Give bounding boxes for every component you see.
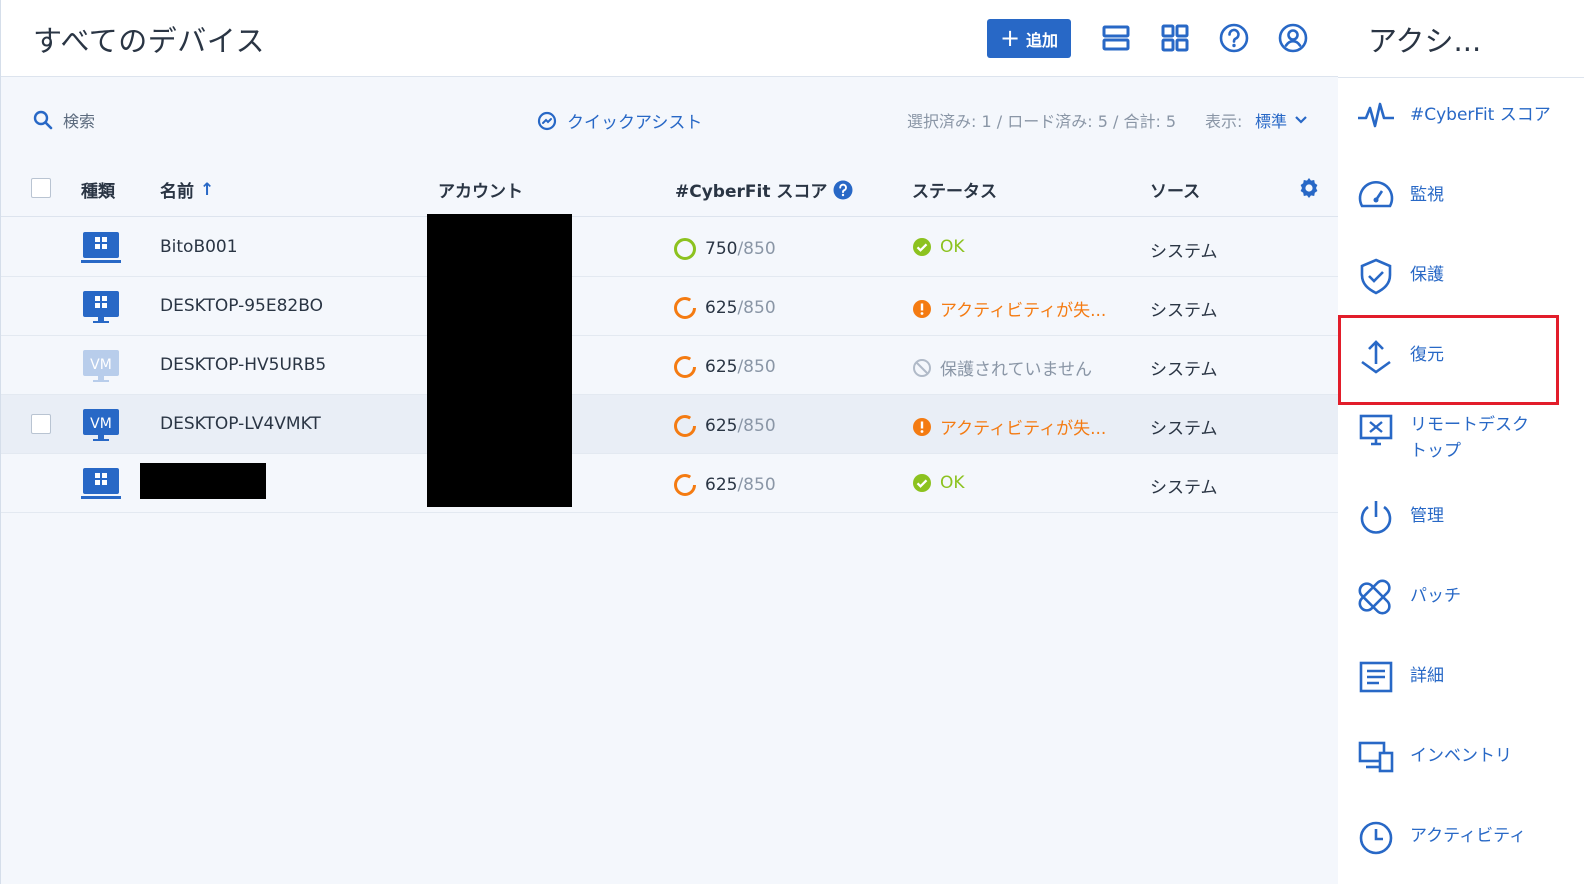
warning-icon: [913, 299, 931, 318]
plus-icon: +: [999, 23, 1021, 52]
power-icon: [1360, 501, 1392, 534]
device-name[interactable]: BitoB001: [160, 237, 238, 257]
row-checkbox[interactable]: [31, 414, 51, 434]
column-source[interactable]: ソース: [1150, 177, 1200, 202]
table-row[interactable]: DESKTOP-95E82BO 625/850 アクティビティが失... システ…: [1, 277, 1339, 336]
virtual-machine-icon: VM: [83, 350, 119, 382]
workstation-icon: [81, 232, 121, 263]
device-name[interactable]: DESKTOP-LV4VMKT: [160, 414, 321, 434]
inventory-icon: [1358, 741, 1394, 773]
status-badge: OK: [912, 473, 965, 493]
cyberfit-score: 625/850: [673, 414, 776, 438]
column-account[interactable]: アカウント: [438, 177, 523, 202]
shield-icon: [1360, 258, 1392, 295]
table-header: 種類 名前 ↑ アカウント #CyberFit スコア ステータス ソース: [1, 158, 1339, 217]
action-patch[interactable]: パッチ: [1356, 577, 1566, 617]
help-icon[interactable]: [1218, 22, 1250, 54]
column-status[interactable]: ステータス: [912, 177, 997, 202]
score-ring-icon: [674, 415, 696, 437]
column-name[interactable]: 名前 ↑: [160, 177, 215, 203]
device-source: システム: [1150, 360, 1218, 380]
user-account-icon[interactable]: [1277, 22, 1309, 54]
pulse-icon: [1358, 102, 1394, 128]
sort-ascending-icon: ↑: [200, 179, 215, 200]
main-panel: すべてのデバイス + 追加 検索 クイックアシスト 選択済み: 1 / ロード済…: [0, 0, 1339, 884]
device-source: システム: [1150, 301, 1218, 321]
status-badge: 保護されていません: [912, 355, 1092, 380]
ok-check-icon: [913, 238, 931, 256]
help-circle-icon[interactable]: [833, 180, 853, 200]
list-view-icon[interactable]: [1100, 22, 1132, 54]
toolbar: 検索 クイックアシスト 選択済み: 1 / ロード済み: 5 / 合計: 5 表…: [1, 78, 1339, 158]
search-input[interactable]: 検索: [33, 108, 95, 132]
virtual-machine-icon: VM: [83, 409, 119, 441]
clock-icon: [1359, 821, 1393, 855]
redacted-name: [140, 463, 266, 499]
status-badge: アクティビティが失...: [912, 414, 1106, 439]
warning-icon: [913, 417, 931, 436]
not-protected-icon: [913, 358, 931, 377]
table-row[interactable]: 625/850 OK システム: [1, 454, 1339, 513]
patch-icon: [1358, 579, 1391, 615]
view-label: 表示:: [1205, 112, 1243, 131]
desktop-icon: [83, 291, 119, 323]
cyberfit-score: 750/850: [673, 237, 776, 261]
quick-assist-button[interactable]: クイックアシスト: [537, 108, 702, 133]
svg-text:VM: VM: [90, 416, 112, 432]
actions-title: アクシ...: [1368, 24, 1482, 58]
search-icon: [33, 110, 53, 130]
workstation-icon: [81, 468, 121, 499]
cyberfit-score: 625/850: [673, 355, 776, 379]
device-source: システム: [1150, 242, 1218, 262]
action-details[interactable]: 詳細: [1356, 657, 1566, 697]
add-button[interactable]: + 追加: [987, 19, 1071, 58]
device-name[interactable]: DESKTOP-HV5URB5: [160, 355, 326, 375]
add-button-label: 追加: [1026, 30, 1059, 50]
details-icon: [1359, 661, 1393, 693]
column-type[interactable]: 種類: [81, 177, 115, 202]
action-remote-desktop[interactable]: リモートデスク トップ: [1356, 410, 1566, 464]
score-ring-icon: [674, 474, 696, 496]
action-inventory[interactable]: インベントリ: [1356, 737, 1566, 777]
divider: [1338, 77, 1584, 78]
view-mode-value: 標準: [1255, 112, 1288, 131]
ok-check-icon: [913, 474, 931, 492]
page-header: すべてのデバイス + 追加: [1, 0, 1339, 77]
remote-desktop-icon: [1359, 414, 1393, 446]
score-ring-icon: [674, 297, 696, 319]
view-mode-dropdown[interactable]: 標準: [1255, 108, 1307, 132]
cyberfit-score: 625/850: [673, 296, 776, 320]
search-placeholder: 検索: [63, 112, 96, 131]
select-all-checkbox[interactable]: [31, 178, 51, 198]
cyberfit-score: 625/850: [673, 473, 776, 497]
highlight-box-recovery: [1338, 315, 1559, 405]
status-badge: OK: [912, 237, 965, 257]
score-ring-icon: [674, 356, 696, 378]
action-activity[interactable]: アクティビティ: [1356, 817, 1566, 857]
action-protection[interactable]: 保護: [1356, 256, 1566, 296]
quick-assist-icon: [537, 111, 557, 130]
chevron-down-icon: [1295, 116, 1307, 124]
table-row-selected[interactable]: VM DESKTOP-LV4VMKT 625/850 アクティビティが失... …: [1, 395, 1339, 454]
score-ring-icon: [674, 238, 696, 260]
page-title: すべてのデバイス: [33, 24, 265, 58]
redacted-account-column: [427, 214, 572, 507]
column-cyberfit-score[interactable]: #CyberFit スコア: [675, 177, 853, 202]
table-row[interactable]: VM DESKTOP-HV5URB5 625/850 保護されていません システ…: [1, 336, 1339, 395]
column-settings-gear-icon[interactable]: [1297, 176, 1321, 200]
actions-panel: アクシ... #CyberFit スコア 監視 保護 復元 リモートデスク トッ…: [1338, 0, 1584, 884]
quick-assist-label: クイックアシスト: [567, 113, 703, 133]
device-source: システム: [1150, 419, 1218, 439]
grid-view-icon[interactable]: [1159, 22, 1191, 54]
gauge-icon: [1358, 180, 1394, 208]
status-badge: アクティビティが失...: [912, 296, 1106, 321]
selection-counts: 選択済み: 1 / ロード済み: 5 / 合計: 5: [907, 112, 1177, 131]
device-source: システム: [1150, 478, 1218, 498]
action-management[interactable]: 管理: [1356, 497, 1566, 537]
table-row[interactable]: BitoB001 750/850 OK システム: [1, 218, 1339, 277]
action-monitoring[interactable]: 監視: [1356, 176, 1566, 216]
action-cyberfit-score[interactable]: #CyberFit スコア: [1356, 96, 1566, 136]
svg-text:VM: VM: [90, 357, 112, 373]
device-name[interactable]: DESKTOP-95E82BO: [160, 296, 323, 316]
